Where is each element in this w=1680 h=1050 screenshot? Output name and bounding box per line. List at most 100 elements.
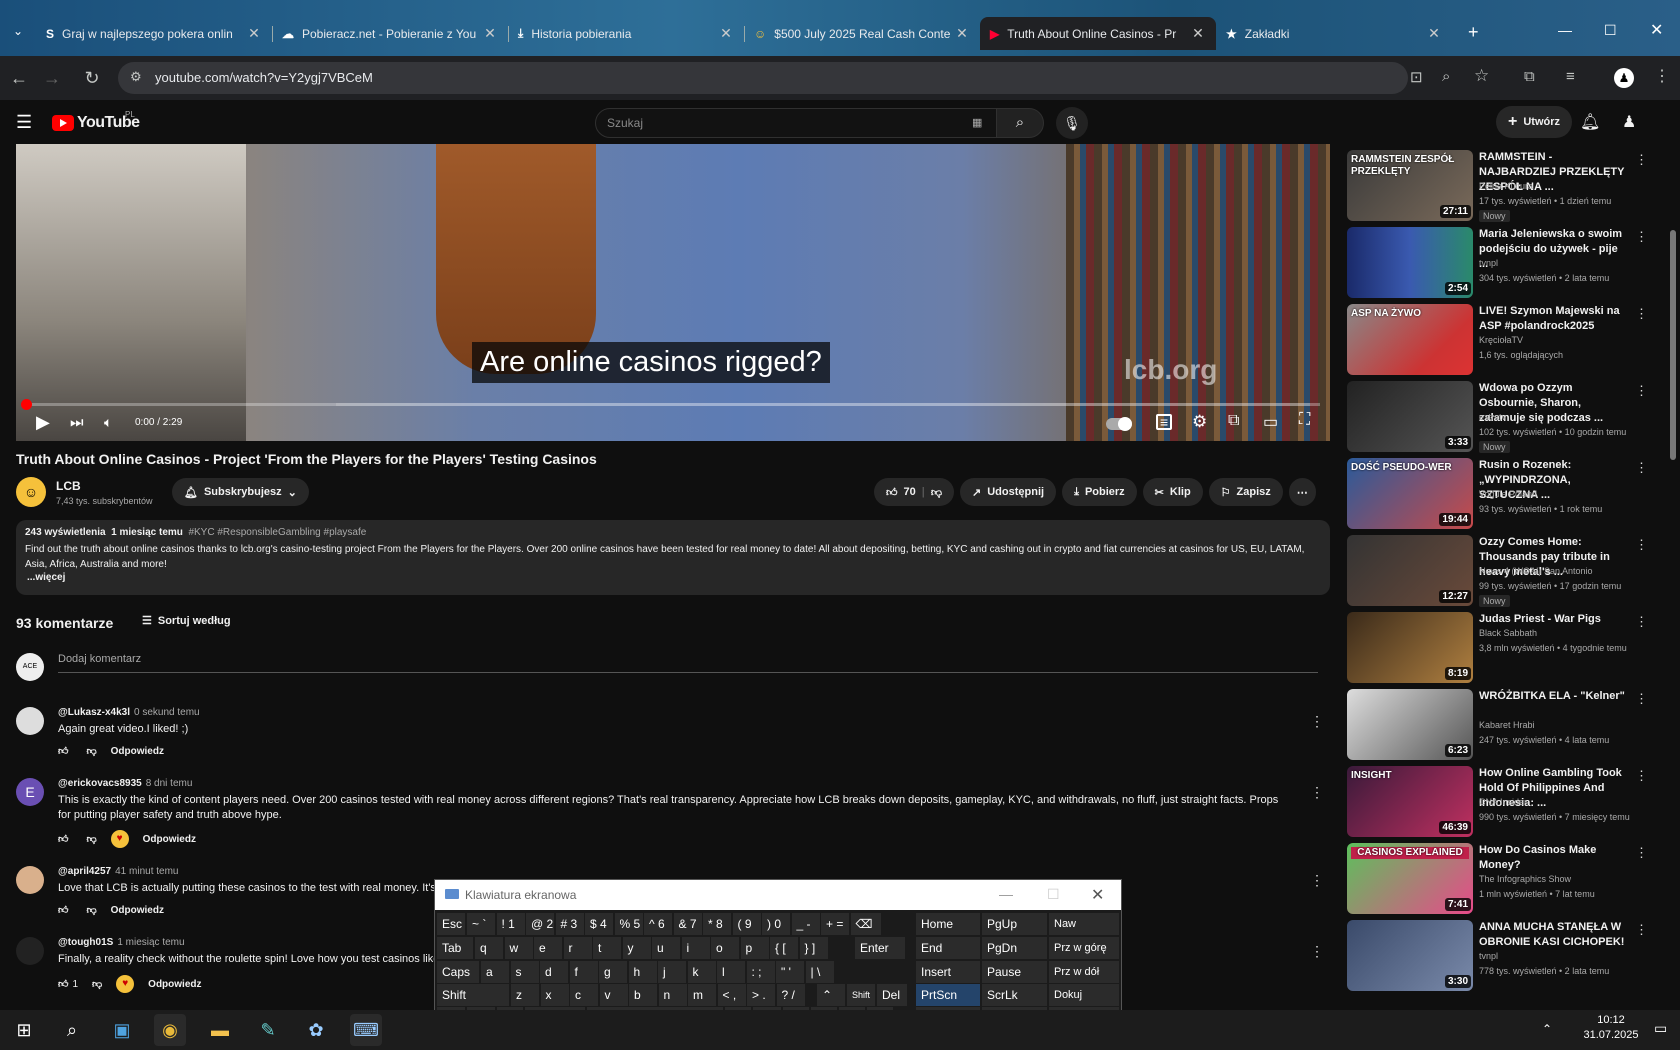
theater-mode-icon[interactable]: ▭: [1263, 412, 1278, 432]
extensions-icon[interactable]: ⧉: [1524, 68, 1535, 85]
thumbs-down-icon[interactable]: 👎︎: [86, 745, 96, 757]
keyboard-key[interactable]: b: [629, 984, 657, 1006]
keyboard-key[interactable]: s: [510, 961, 539, 983]
browser-tab[interactable]: ☁ Pobieracz.net - Pobieranie z You ✕: [272, 17, 508, 50]
keyboard-key[interactable]: ( 9: [732, 913, 761, 935]
video-more-icon[interactable]: ⋮: [1635, 460, 1648, 476]
comment-author[interactable]: @april4257 41 minut temu: [58, 866, 179, 877]
recommended-video[interactable]: INSIGHT 46:39 How Online Gambling Took Hol…: [1347, 766, 1648, 838]
subtitles-icon[interactable]: ≡: [1156, 414, 1173, 430]
keyboard-key[interactable]: Naw: [1049, 913, 1119, 935]
keyboard-key[interactable]: $ 4: [585, 913, 613, 935]
recommended-channel[interactable]: Pełna Kultura: [1479, 181, 1533, 191]
video-thumbnail[interactable]: DOŚĆ PSEUDO-WER 19:44: [1347, 458, 1473, 529]
add-comment-input[interactable]: Dodaj komentarz: [58, 653, 1318, 673]
keyboard-key[interactable]: | \: [805, 961, 834, 983]
comment-author[interactable]: @Lukasz-x4k3l 0 sekund temu: [58, 707, 200, 718]
keyboard-key[interactable]: a: [481, 961, 509, 983]
keyboard-key[interactable]: + =: [821, 913, 849, 935]
recommended-title[interactable]: WRÓŻBITKA ELA - "Kelner": [1479, 689, 1627, 704]
page-scrollbar-thumb[interactable]: [1670, 230, 1676, 460]
volume-icon[interactable]: 🔈︎: [104, 414, 112, 431]
next-video-icon[interactable]: ⏭︎: [70, 414, 84, 431]
zoom-icon[interactable]: ⌕: [1442, 68, 1450, 85]
recommended-video[interactable]: CASINOS EXPLAINED 7:41 How Do Casinos Make…: [1347, 843, 1648, 915]
keyboard-key[interactable]: l: [717, 961, 745, 983]
keyboard-key[interactable]: : ;: [746, 961, 775, 983]
file-explorer-icon[interactable]: ▬: [204, 1014, 236, 1046]
comment-avatar[interactable]: [16, 707, 44, 735]
comment-more-icon[interactable]: ⋮: [1310, 713, 1324, 730]
keyboard-key[interactable]: ! 1: [496, 913, 525, 935]
video-more-icon[interactable]: ⋮: [1635, 537, 1648, 553]
recommended-video[interactable]: 3:33 Wdowa po Ozzym Osbournie, Sharon, za…: [1347, 381, 1648, 453]
keyboard-key[interactable]: @ 2: [526, 913, 554, 935]
keyboard-key[interactable]: p: [740, 937, 769, 959]
thumbs-down-icon[interactable]: 👎︎: [86, 833, 96, 845]
reload-icon[interactable]: ↻: [78, 64, 106, 92]
windows-start-icon[interactable]: ⊞: [8, 1014, 40, 1046]
site-info-icon[interactable]: ⚙: [130, 69, 142, 85]
recommended-channel[interactable]: tvnpl: [1479, 951, 1498, 961]
video-more-icon[interactable]: ⋮: [1635, 845, 1648, 861]
keyboard-taskbar-icon[interactable]: ⌨: [350, 1014, 382, 1046]
keyboard-key[interactable]: j: [658, 961, 686, 983]
like-button[interactable]: 👍︎ 70 | 👎︎: [874, 478, 954, 506]
voice-search-icon[interactable]: 🎙︎: [1056, 107, 1088, 139]
keyboard-key[interactable]: End: [916, 937, 980, 959]
reply-button[interactable]: Odpowiedz: [111, 746, 164, 757]
video-more-icon[interactable]: ⋮: [1635, 614, 1648, 630]
comment-avatar[interactable]: E: [16, 778, 44, 806]
shift-right-key[interactable]: Shift: [847, 984, 875, 1006]
video-more-icon[interactable]: ⋮: [1635, 306, 1648, 322]
taskbar-search-icon[interactable]: ⌕: [56, 1014, 88, 1046]
comment-author-name[interactable]: @april4257: [58, 866, 111, 877]
keyboard-key[interactable]: e: [534, 937, 562, 959]
notification-center-icon[interactable]: ▭: [1654, 1020, 1667, 1037]
profile-avatar[interactable]: ♟: [1614, 68, 1634, 88]
clip-button[interactable]: ✂ Klip: [1142, 478, 1203, 506]
keyboard-key[interactable]: Pause: [982, 961, 1047, 983]
video-thumbnail[interactable]: CASINOS EXPLAINED 7:41: [1347, 843, 1473, 914]
keyboard-key[interactable]: PgUp: [982, 913, 1047, 935]
keyboard-key[interactable]: ^ 6: [644, 913, 672, 935]
keyboard-key[interactable]: c: [570, 984, 598, 1006]
keyboard-key[interactable]: n: [658, 984, 687, 1006]
sort-comments-button[interactable]: ☰ Sortuj według: [142, 614, 231, 627]
recommended-channel[interactable]: Vogule Poland: [1479, 489, 1537, 499]
keyboard-key[interactable]: g: [599, 961, 627, 983]
browser-tab[interactable]: ☺ $500 July 2025 Real Cash Conte ✕: [744, 17, 980, 50]
recommended-video[interactable]: 12:27 Ozzy Comes Home: Thousands pay trib…: [1347, 535, 1648, 607]
backspace-key[interactable]: ⌫: [850, 913, 881, 935]
video-thumbnail[interactable]: 2:54: [1347, 227, 1473, 298]
tab-close-icon[interactable]: ✕: [954, 25, 970, 42]
keyboard-key[interactable]: PrtScn: [916, 984, 980, 1006]
keyboard-key[interactable]: ) 0: [762, 913, 790, 935]
recommended-channel[interactable]: tvnpl: [1479, 258, 1498, 268]
create-button[interactable]: + Utwórz: [1496, 106, 1573, 138]
keyboard-key[interactable]: h: [628, 961, 657, 983]
channel-avatar[interactable]: ☺: [16, 477, 46, 507]
browser-tab[interactable]: S Graj w najlepszego pokera onlin ✕: [36, 17, 272, 50]
recommended-channel[interactable]: KręciołaTV: [1479, 335, 1523, 345]
tab-close-icon[interactable]: ✕: [718, 25, 734, 42]
recommended-channel[interactable]: extratv: [1479, 412, 1506, 422]
forward-arrow-icon[interactable]: →: [38, 64, 66, 92]
comment-like-button[interactable]: 👍︎: [58, 833, 72, 845]
keyboard-key[interactable]: Tab: [437, 937, 473, 959]
hashtags[interactable]: #KYC #ResponsibleGambling #playsafe: [188, 527, 366, 538]
show-more-link[interactable]: ...więcej: [27, 572, 65, 583]
download-button[interactable]: ⤓ Pobierz: [1062, 478, 1137, 506]
comment-like-button[interactable]: 👍︎ 1: [58, 978, 78, 990]
more-actions-button[interactable]: ⋯: [1288, 478, 1316, 506]
thumbs-down-icon[interactable]: 👎︎: [92, 978, 102, 990]
recommended-channel[interactable]: Black Sabbath: [1479, 628, 1537, 638]
hamburger-menu-icon[interactable]: ☰: [16, 112, 32, 133]
video-thumbnail[interactable]: 12:27: [1347, 535, 1473, 606]
back-arrow-icon[interactable]: ←: [5, 64, 33, 92]
keyboard-key[interactable]: " ': [776, 961, 804, 983]
keyboard-key[interactable]: Insert: [916, 961, 980, 983]
keyboard-key[interactable]: t: [593, 937, 621, 959]
keyboard-key[interactable]: ScrLk: [982, 984, 1047, 1006]
tray-chevron-up-icon[interactable]: ⌃: [1542, 1022, 1552, 1036]
